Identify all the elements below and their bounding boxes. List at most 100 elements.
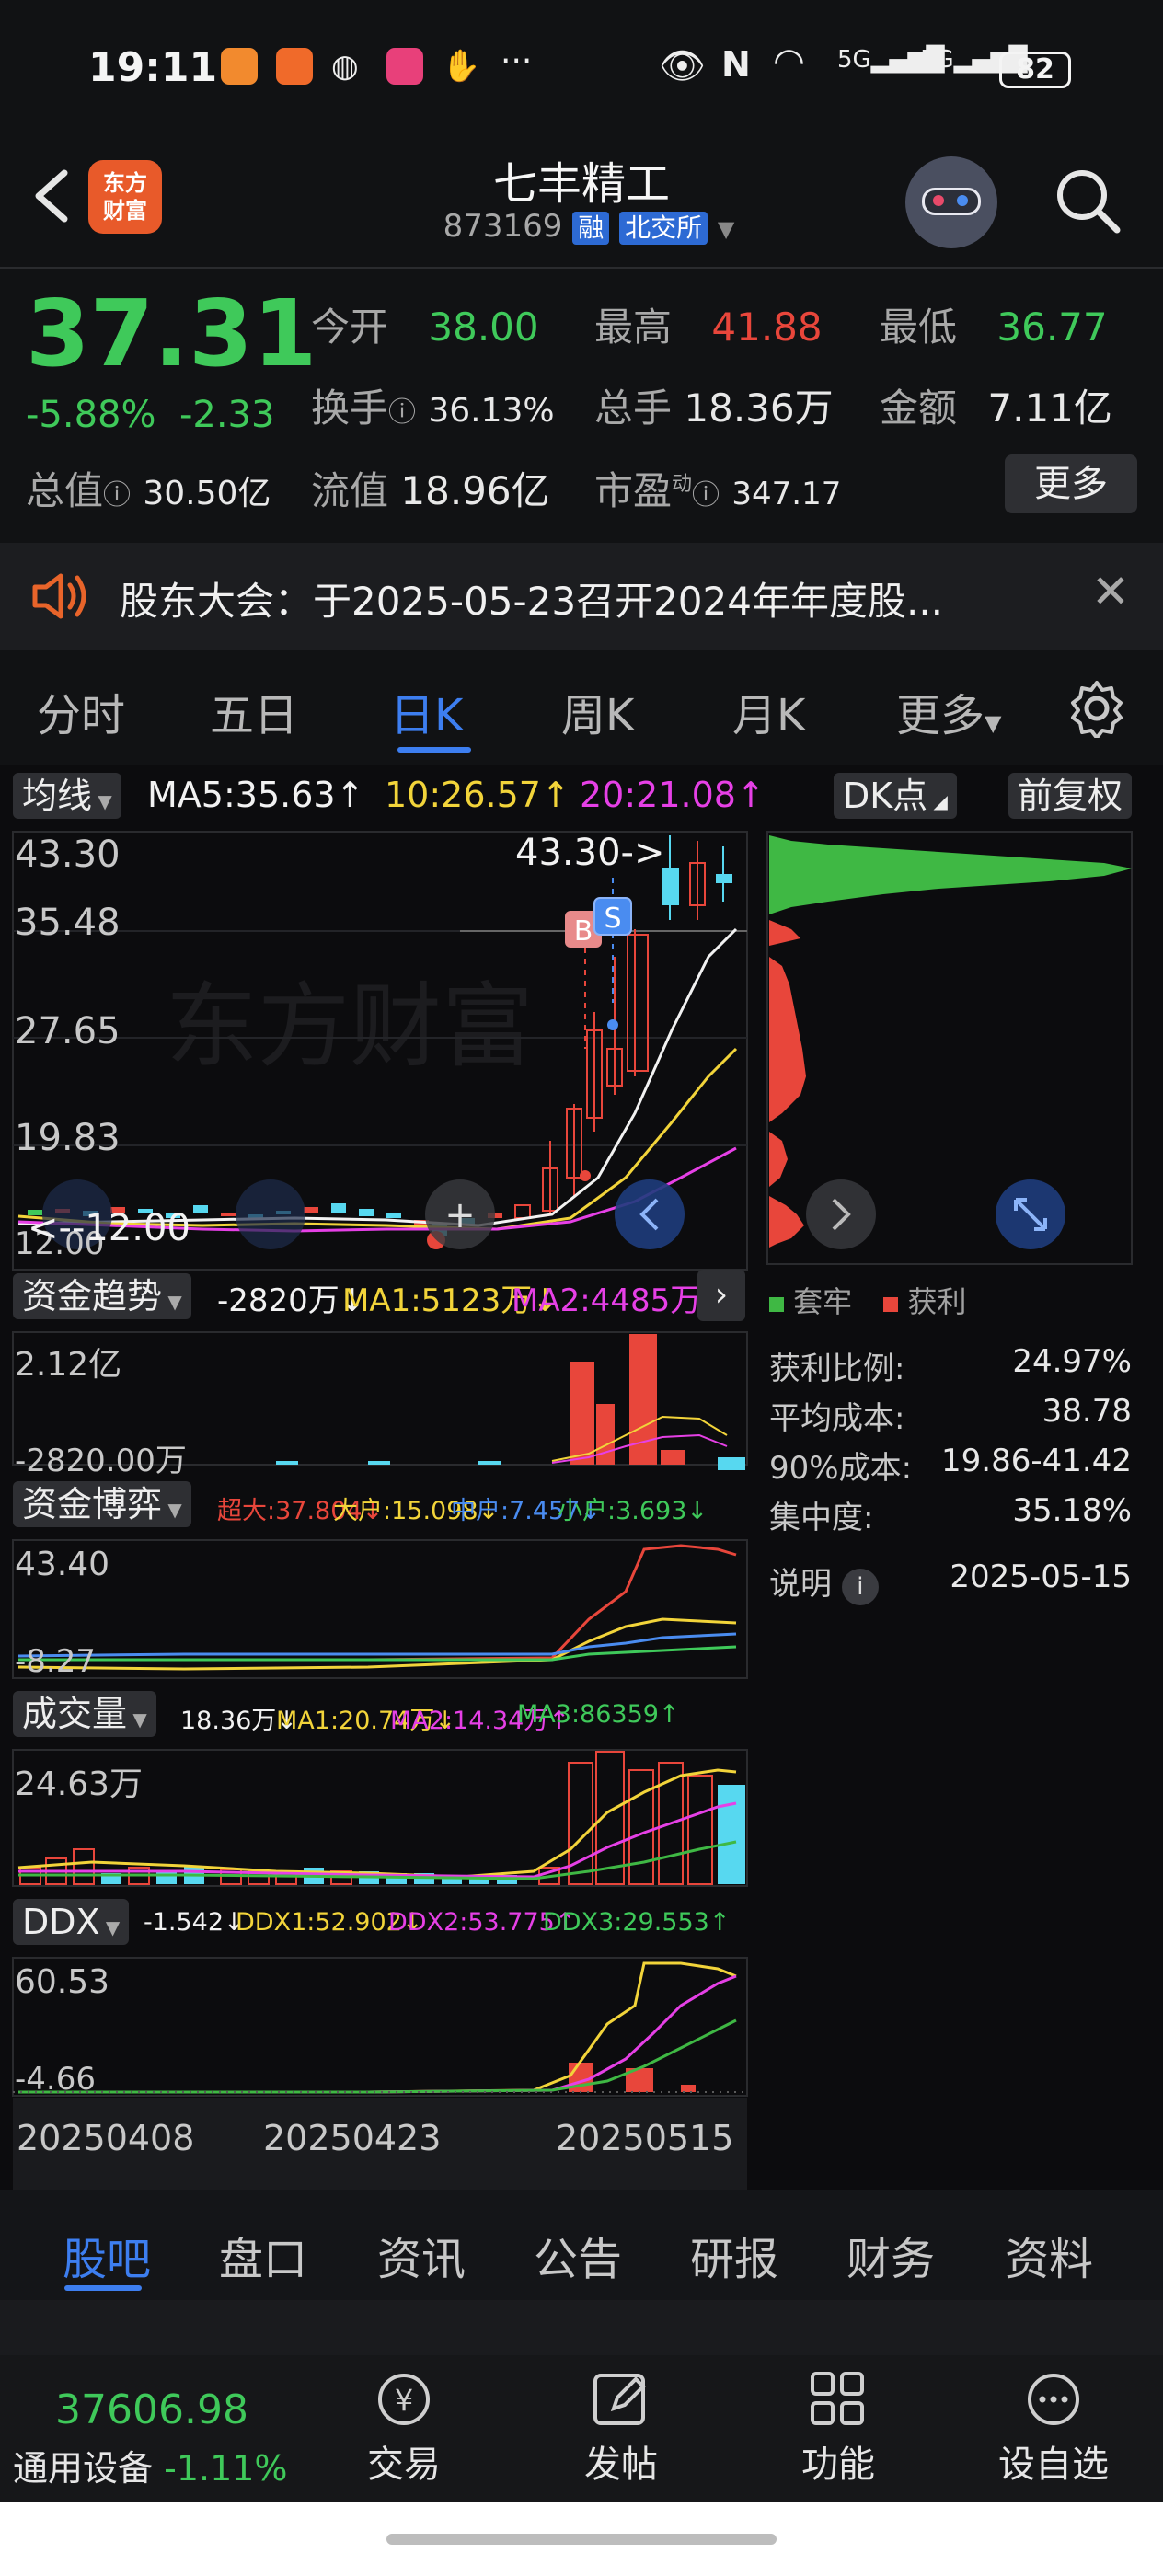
nav-trade-label: 交易 bbox=[367, 2444, 441, 2486]
info-icon[interactable]: ⓘ bbox=[103, 479, 131, 512]
nav-function[interactable]: 功能 bbox=[778, 2355, 898, 2488]
app-notification-icon bbox=[276, 48, 313, 85]
info-icon[interactable]: ⓘ bbox=[388, 397, 416, 429]
back-arrow-icon[interactable] bbox=[26, 164, 81, 228]
amount-value: 7.11亿 bbox=[987, 385, 1112, 431]
index-value[interactable]: 37606.98 bbox=[55, 2386, 248, 2433]
ddx-label: DDX bbox=[22, 1902, 100, 1942]
tab-news[interactable]: 资讯 bbox=[377, 2223, 466, 2287]
tab-research[interactable]: 研报 bbox=[690, 2223, 778, 2287]
low-field: 最低 36.77 bbox=[880, 296, 1108, 352]
more-quote-button[interactable]: 更多 bbox=[1005, 454, 1137, 513]
cost90-value: 19.86-41.42 bbox=[941, 1443, 1132, 1479]
y-tick: 27.65 bbox=[15, 1010, 121, 1052]
volume-ma3: MA3:86359↑ bbox=[517, 1700, 680, 1729]
date-tick: 20250423 bbox=[263, 2118, 442, 2158]
date-tick: 20250408 bbox=[17, 2118, 195, 2158]
period-tabs: 分时 五日 日K 周K 月K 更多▼ bbox=[0, 653, 1163, 764]
index-change: -1.11% bbox=[164, 2448, 288, 2489]
ddx-y-top: 60.53 bbox=[15, 1963, 110, 2001]
avg-cost-label: 平均成本: bbox=[769, 1400, 905, 1437]
change-amount: -2.33 bbox=[178, 394, 275, 436]
tab-intraday[interactable]: 分时 bbox=[37, 679, 125, 743]
eye-icon: 👁 bbox=[659, 45, 706, 87]
low-value: 36.77 bbox=[996, 305, 1108, 350]
volume-label: 总手 bbox=[594, 385, 673, 431]
info-icon: i bbox=[841, 1569, 879, 1605]
tab-profile[interactable]: 资料 bbox=[1005, 2223, 1093, 2287]
ma-selector[interactable]: 均线 ▼ bbox=[13, 773, 121, 819]
tab-orderbook[interactable]: 盘口 bbox=[219, 2223, 307, 2287]
edit-pencil-icon bbox=[593, 2374, 646, 2425]
stock-code-line[interactable]: 873169 融 北交所 ▼ bbox=[405, 208, 773, 245]
pe-label: 市盈 bbox=[594, 468, 673, 513]
nav-post-label: 发帖 bbox=[584, 2444, 658, 2486]
notice-text: 股东大会：于2025-05-23召开2024年年度股... bbox=[120, 579, 944, 624]
chevron-right-icon[interactable]: › bbox=[697, 1270, 745, 1321]
zoom-out-button[interactable] bbox=[236, 1179, 305, 1249]
robot-assistant-icon[interactable] bbox=[905, 156, 997, 248]
amount-field: 金额 7.11亿 bbox=[880, 377, 1112, 433]
svg-text:¥: ¥ bbox=[395, 2383, 413, 2418]
nav-post[interactable]: 发帖 bbox=[561, 2355, 681, 2488]
dk-point-selector[interactable]: DK点 ◢ bbox=[834, 773, 957, 819]
profit-legend-label: 获利 bbox=[907, 1284, 967, 1319]
high-label: 最高 bbox=[594, 305, 673, 350]
home-indicator[interactable] bbox=[386, 2534, 777, 2545]
y-tick-top: 43.30 bbox=[15, 834, 121, 876]
notice-bar[interactable]: 股东大会：于2025-05-23召开2024年年度股... ✕ bbox=[0, 543, 1163, 650]
close-icon[interactable]: ✕ bbox=[1091, 565, 1130, 618]
buy-marker-label: B bbox=[574, 915, 593, 948]
volume-selector[interactable]: 成交量 ▼ bbox=[13, 1691, 156, 1737]
active-tab-indicator bbox=[397, 747, 471, 753]
fund-trend-y-top: 2.12亿 bbox=[15, 1346, 122, 1384]
ddx-value: -1.542↓ bbox=[144, 1908, 245, 1937]
fund-game-selector[interactable]: 资金博弈 ▼ bbox=[13, 1481, 191, 1527]
wechat-icon: ◍ bbox=[331, 48, 359, 85]
candles-rally bbox=[542, 835, 732, 1214]
tab-daily-k[interactable]: 日K bbox=[390, 679, 463, 743]
eastmoney-logo[interactable]: 东方 财富 bbox=[88, 160, 162, 234]
high-field: 最高 41.88 bbox=[594, 296, 823, 352]
fund-game-y-top: 43.40 bbox=[15, 1546, 110, 1583]
chip-note[interactable]: 说明 i bbox=[769, 1558, 879, 1605]
market-cap-label: 总值 bbox=[26, 468, 104, 513]
nav-watchlist[interactable]: 设自选 bbox=[994, 2355, 1113, 2488]
fund-trend-selector[interactable]: 资金趋势 ▼ bbox=[13, 1273, 191, 1319]
concentration-value: 35.18% bbox=[1012, 1492, 1132, 1529]
video-app-icon bbox=[386, 48, 423, 85]
scroll-right-button[interactable] bbox=[615, 1179, 685, 1249]
ddx-selector[interactable]: DDX ▼ bbox=[13, 1899, 130, 1945]
more-notifications-icon: ··· bbox=[501, 42, 533, 80]
nav-trade[interactable]: ¥ 交易 bbox=[344, 2355, 464, 2488]
hand-icon: ✋ bbox=[442, 48, 481, 85]
y-tick: 19.83 bbox=[15, 1117, 121, 1159]
tab-monthly-k[interactable]: 月K bbox=[732, 679, 805, 743]
change-percent: -5.88% bbox=[26, 394, 156, 436]
index-line[interactable]: 通用设备 -1.11% bbox=[13, 2440, 288, 2490]
tab-forum[interactable]: 股吧 bbox=[63, 2223, 151, 2287]
eastmoney-watermark: 东方财富 bbox=[166, 972, 534, 1080]
info-icon[interactable]: ⓘ bbox=[692, 479, 720, 512]
divider bbox=[0, 267, 1163, 269]
dropdown-caret-icon: ▼ bbox=[717, 216, 735, 242]
tab-more[interactable]: 更多▼ bbox=[896, 679, 1001, 743]
tab-financials[interactable]: 财务 bbox=[846, 2223, 935, 2287]
trade-yen-icon: ¥ bbox=[378, 2374, 430, 2425]
settings-gear-icon[interactable] bbox=[1067, 679, 1126, 738]
speaker-icon bbox=[32, 573, 86, 619]
tab-five-day[interactable]: 五日 bbox=[210, 679, 298, 743]
high-value: 41.88 bbox=[711, 305, 823, 350]
chip-prev-button[interactable] bbox=[806, 1179, 876, 1249]
volume-value: 18.36万 bbox=[684, 385, 834, 431]
dk-label: DK点 bbox=[843, 776, 928, 816]
small-value: 小户:3.693↓ bbox=[558, 1497, 708, 1525]
ddx-bars bbox=[569, 2063, 696, 2092]
chip-date: 2025-05-15 bbox=[950, 1558, 1132, 1595]
fund-trend-ma2: MA2:4485万↓ bbox=[512, 1282, 728, 1319]
tab-announcements[interactable]: 公告 bbox=[534, 2223, 622, 2287]
search-icon[interactable] bbox=[1051, 164, 1124, 237]
adjust-selector[interactable]: 前复权 bbox=[1008, 773, 1133, 819]
tab-weekly-k[interactable]: 周K bbox=[561, 679, 634, 743]
volume-y-top: 24.63万 bbox=[15, 1765, 144, 1803]
